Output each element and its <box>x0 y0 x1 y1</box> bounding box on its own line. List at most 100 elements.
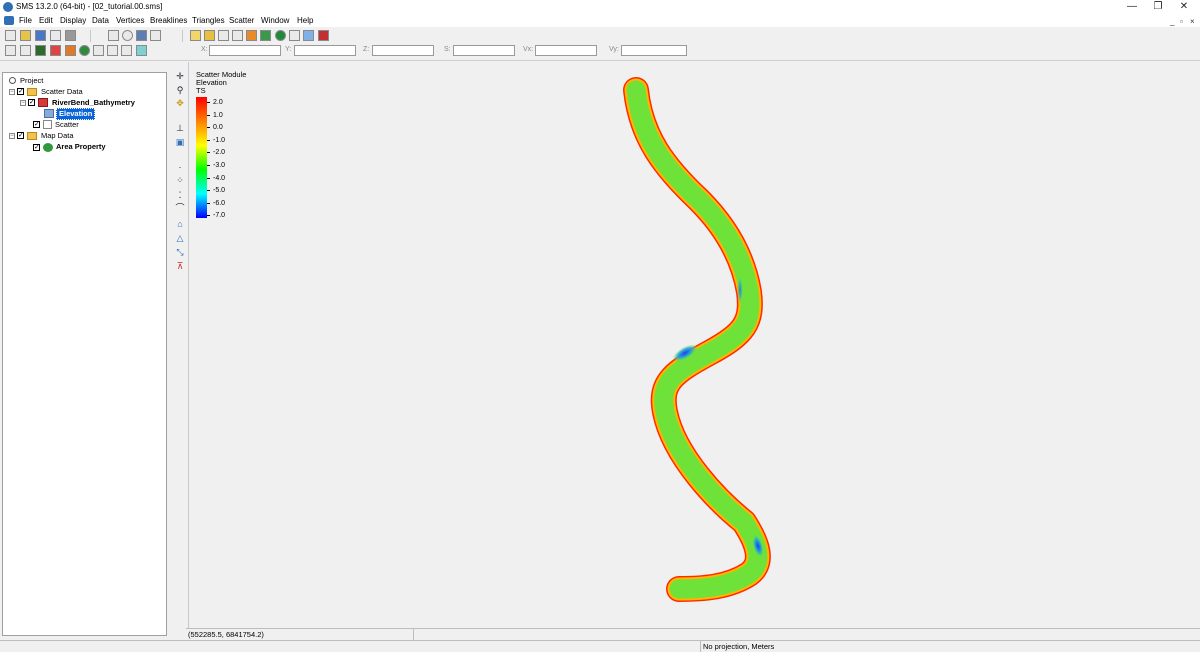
plot-wizard-icon[interactable] <box>246 30 257 41</box>
tree-riverbend[interactable]: RiverBend_Bathymetry <box>52 98 135 107</box>
menu-triangles[interactable]: Triangles <box>192 16 225 25</box>
scatter-data-expander[interactable]: − <box>9 89 15 95</box>
map-data-checkbox[interactable]: ✓ <box>17 132 24 139</box>
frame-icon[interactable] <box>108 30 119 41</box>
select-breakline-icon[interactable]: ⌂ <box>174 218 186 230</box>
tree-scatter-data[interactable]: Scatter Data <box>41 87 83 96</box>
vx-field[interactable] <box>535 45 597 56</box>
tree-map-data[interactable]: Map Data <box>41 131 74 140</box>
graphics-window[interactable]: Scatter Module Elevation TS 2.0 1.0 0.0 -1.… <box>189 62 1200 628</box>
menu-file[interactable]: File <box>19 16 32 25</box>
legend-tick-mark <box>207 114 210 116</box>
projection-status: No projection, Meters <box>703 642 775 651</box>
mdi-restore-button[interactable]: ▫ <box>1180 17 1183 26</box>
pan-icon[interactable]: ✛ <box>174 70 186 82</box>
tree-area-property[interactable]: Area Property <box>56 142 106 151</box>
menu-scatter[interactable]: Scatter <box>229 16 254 25</box>
mdi-minimize-button[interactable]: _ <box>1170 17 1174 26</box>
mesh-icon[interactable] <box>20 45 31 56</box>
display-options-icon[interactable] <box>136 30 147 41</box>
riverbend-expander[interactable]: − <box>20 100 26 106</box>
breakline-icon[interactable]: ⌒ <box>174 202 186 214</box>
create-vertex-icon[interactable]: ⁚ <box>174 189 186 201</box>
grid-icon[interactable] <box>35 45 46 56</box>
annotation-icon[interactable] <box>121 45 132 56</box>
scatter-checkbox[interactable]: ✓ <box>33 121 40 128</box>
rotate-icon[interactable]: ✥ <box>174 97 186 109</box>
globe-icon[interactable] <box>275 30 286 41</box>
cursor-coordinates: (552285.5, 6841754.2) <box>188 630 264 639</box>
select-vertex-icon[interactable]: · <box>174 161 186 173</box>
menu-edit[interactable]: Edit <box>39 16 53 25</box>
annotation-tool-icon[interactable]: ▣ <box>174 136 186 148</box>
minimize-button[interactable]: — <box>1122 0 1142 14</box>
copy-icon[interactable] <box>289 30 300 41</box>
z-field[interactable] <box>372 45 434 56</box>
triangle-icon[interactable]: △ <box>174 232 186 244</box>
print-icon[interactable] <box>50 30 61 41</box>
legend-tick-mark <box>207 202 210 204</box>
riverbend-checkbox[interactable]: ✓ <box>28 99 35 106</box>
hand-icon[interactable] <box>190 30 201 41</box>
mdi-close-button[interactable]: × <box>1190 17 1195 26</box>
save-icon[interactable] <box>35 30 46 41</box>
tree-elevation-selected[interactable]: Elevation <box>56 108 96 120</box>
legend-tick-label: -5.0 <box>213 187 226 195</box>
menu-display[interactable]: Display <box>60 16 86 25</box>
s-field[interactable] <box>453 45 515 56</box>
legend-tick-label: 1.0 <box>213 111 223 119</box>
menu-data[interactable]: Data <box>92 16 109 25</box>
menu-breaklines[interactable]: Breaklines <box>150 16 187 25</box>
legend-tick-label: 2.0 <box>213 99 223 106</box>
swap-edge-icon[interactable]: ⤡ <box>174 246 186 258</box>
menu-window[interactable]: Window <box>261 16 289 25</box>
menu-help[interactable]: Help <box>297 16 313 25</box>
data-calculator-icon[interactable] <box>232 30 243 41</box>
gis-icon[interactable] <box>65 45 76 56</box>
profile-icon[interactable] <box>107 45 118 56</box>
particle-icon[interactable] <box>93 45 104 56</box>
scatter-module-icon[interactable] <box>50 45 61 56</box>
area-property-checkbox[interactable]: ✓ <box>33 144 40 151</box>
status-divider <box>413 629 414 640</box>
legend-tick-mark <box>207 102 210 103</box>
scatter-data-checkbox[interactable]: ✓ <box>17 88 24 95</box>
close-button[interactable]: ✕ <box>1174 0 1194 14</box>
menu-vertices[interactable]: Vertices <box>116 16 144 25</box>
document-icon[interactable] <box>4 16 14 25</box>
y-field[interactable] <box>294 45 356 56</box>
vy-field[interactable] <box>621 45 687 56</box>
restore-button[interactable]: ❐ <box>1148 0 1168 14</box>
select-vertices-icon[interactable]: ⁘ <box>174 174 186 186</box>
map-module-icon[interactable] <box>79 45 90 56</box>
legend-tick-mark <box>207 139 210 141</box>
map-data-expander[interactable]: − <box>9 133 15 139</box>
vx-label: Vx: <box>523 46 534 53</box>
x-label: X: <box>201 46 208 53</box>
home-icon[interactable] <box>5 45 16 56</box>
measure-icon[interactable]: ⊥ <box>174 122 186 134</box>
legend-tick-mark <box>207 165 210 166</box>
link-icon[interactable] <box>303 30 314 41</box>
legend-tick-label: -4.0 <box>213 174 226 182</box>
contour-icon[interactable] <box>204 30 215 41</box>
open-icon[interactable] <box>20 30 31 41</box>
zoom-icon[interactable] <box>122 30 133 41</box>
tree-scatter[interactable]: Scatter <box>55 120 79 129</box>
tree-project[interactable]: Project <box>20 76 43 85</box>
x-field[interactable] <box>209 45 281 56</box>
folder-icon <box>27 132 37 140</box>
tool-palette: ✛ ⚲ ✥ ⊥ ▣ · ⁘ ⁚ ⌒ ⌂ △ ⤡ ⊼ <box>172 62 189 636</box>
new-icon[interactable] <box>5 30 16 41</box>
mid-depth <box>737 276 743 304</box>
status-bar: No projection, Meters <box>0 640 1200 652</box>
sediment-icon[interactable] <box>136 45 147 56</box>
toolbox-icon[interactable] <box>318 30 329 41</box>
river-mesh <box>623 77 771 602</box>
export-icon[interactable] <box>260 30 271 41</box>
xyz-icon[interactable] <box>218 30 229 41</box>
plot-icon[interactable] <box>150 30 161 41</box>
delete-icon[interactable] <box>65 30 76 41</box>
zoom-tool-icon[interactable]: ⚲ <box>174 84 186 96</box>
contour-label-icon[interactable]: ⊼ <box>174 260 186 272</box>
